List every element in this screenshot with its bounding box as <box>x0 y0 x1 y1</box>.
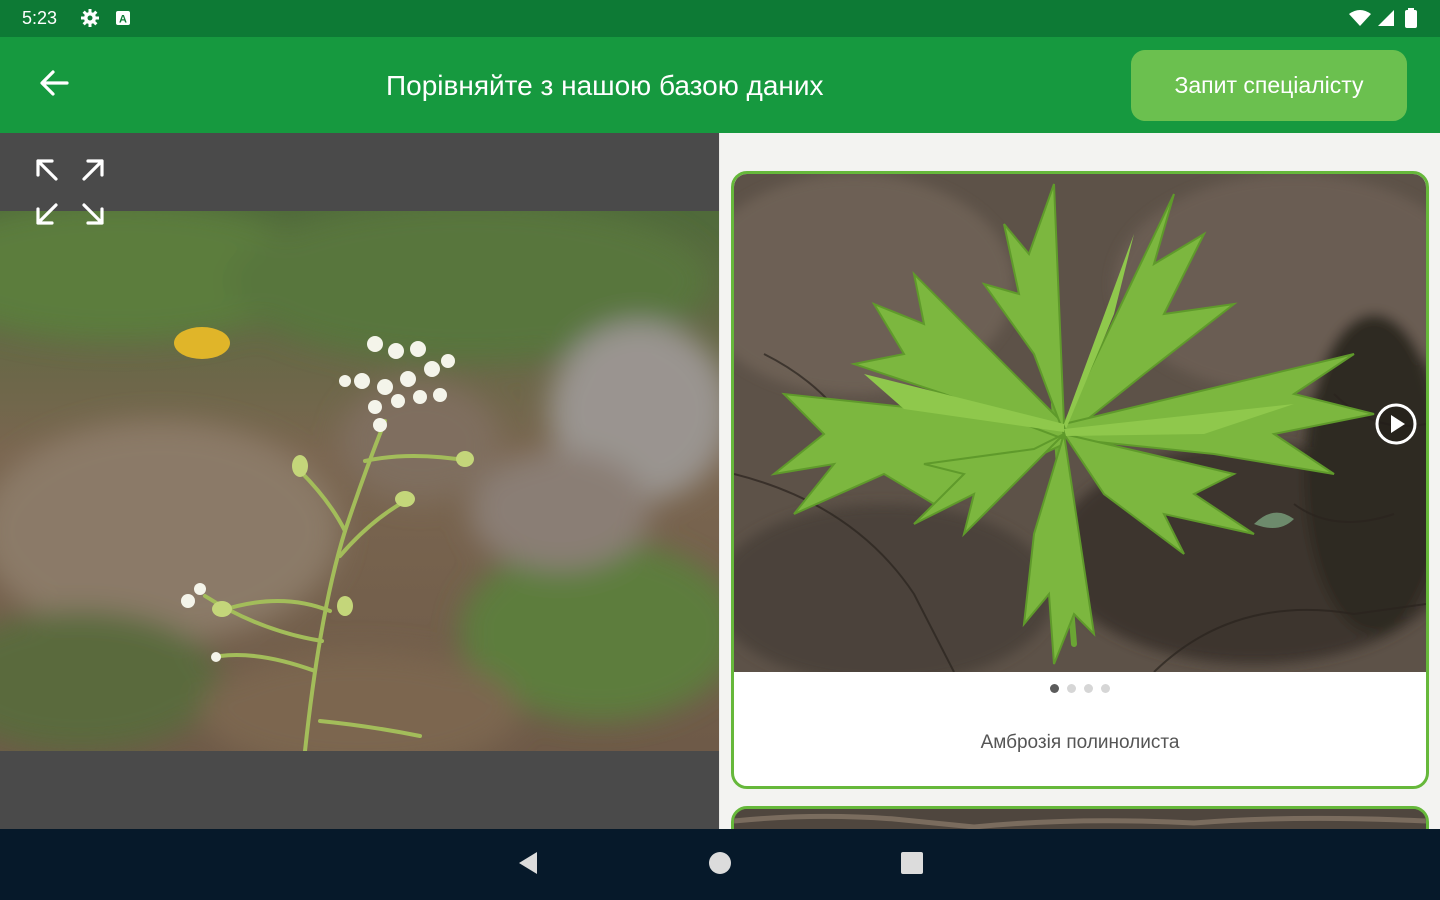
svg-text:A: A <box>119 14 127 26</box>
expand-arrows-icon <box>28 159 112 237</box>
pager-dot[interactable] <box>1050 684 1059 693</box>
status-time: 5:23 <box>22 8 58 28</box>
status-bar: 5:23 A <box>0 0 1440 37</box>
match-card-next[interactable] <box>731 806 1429 829</box>
play-circle-icon <box>1374 403 1418 450</box>
match-card[interactable]: Амброзія полинолиста <box>731 171 1429 789</box>
next-photo-button[interactable] <box>1374 402 1418 446</box>
pager-dot[interactable] <box>1067 684 1076 693</box>
wifi-icon <box>1348 8 1372 28</box>
ask-expert-button[interactable]: Запит спеціалісту <box>1131 50 1407 121</box>
arrow-left-icon <box>38 69 70 102</box>
photo-pager <box>734 684 1426 693</box>
species-name: Амброзія полинолиста <box>980 732 1180 753</box>
nav-home-button[interactable] <box>698 843 742 887</box>
back-button[interactable] <box>24 59 84 111</box>
text-a-icon: A <box>115 8 131 28</box>
match-list-pane[interactable]: Амброзія полинолиста <box>720 133 1440 829</box>
pager-dot[interactable] <box>1084 684 1093 693</box>
pager-dot[interactable] <box>1101 684 1110 693</box>
gear-icon <box>80 8 100 28</box>
expand-button[interactable] <box>28 153 112 233</box>
user-photo-pane <box>0 133 719 829</box>
page-title: Порівняйте з нашою базою даних <box>386 70 824 101</box>
back-triangle-icon <box>515 850 541 881</box>
signal-icon <box>1376 8 1396 28</box>
app-bar: Порівняйте з нашою базою даних Запит спе… <box>0 37 1440 133</box>
recents-square-icon <box>899 850 925 881</box>
battery-icon <box>1404 8 1418 28</box>
ragweed-photo <box>734 174 1426 684</box>
system-nav-bar <box>0 829 1440 900</box>
user-plant-photo <box>0 201 719 771</box>
nav-back-button[interactable] <box>506 843 550 887</box>
home-circle-icon <box>707 850 733 881</box>
nav-recents-button[interactable] <box>890 843 934 887</box>
